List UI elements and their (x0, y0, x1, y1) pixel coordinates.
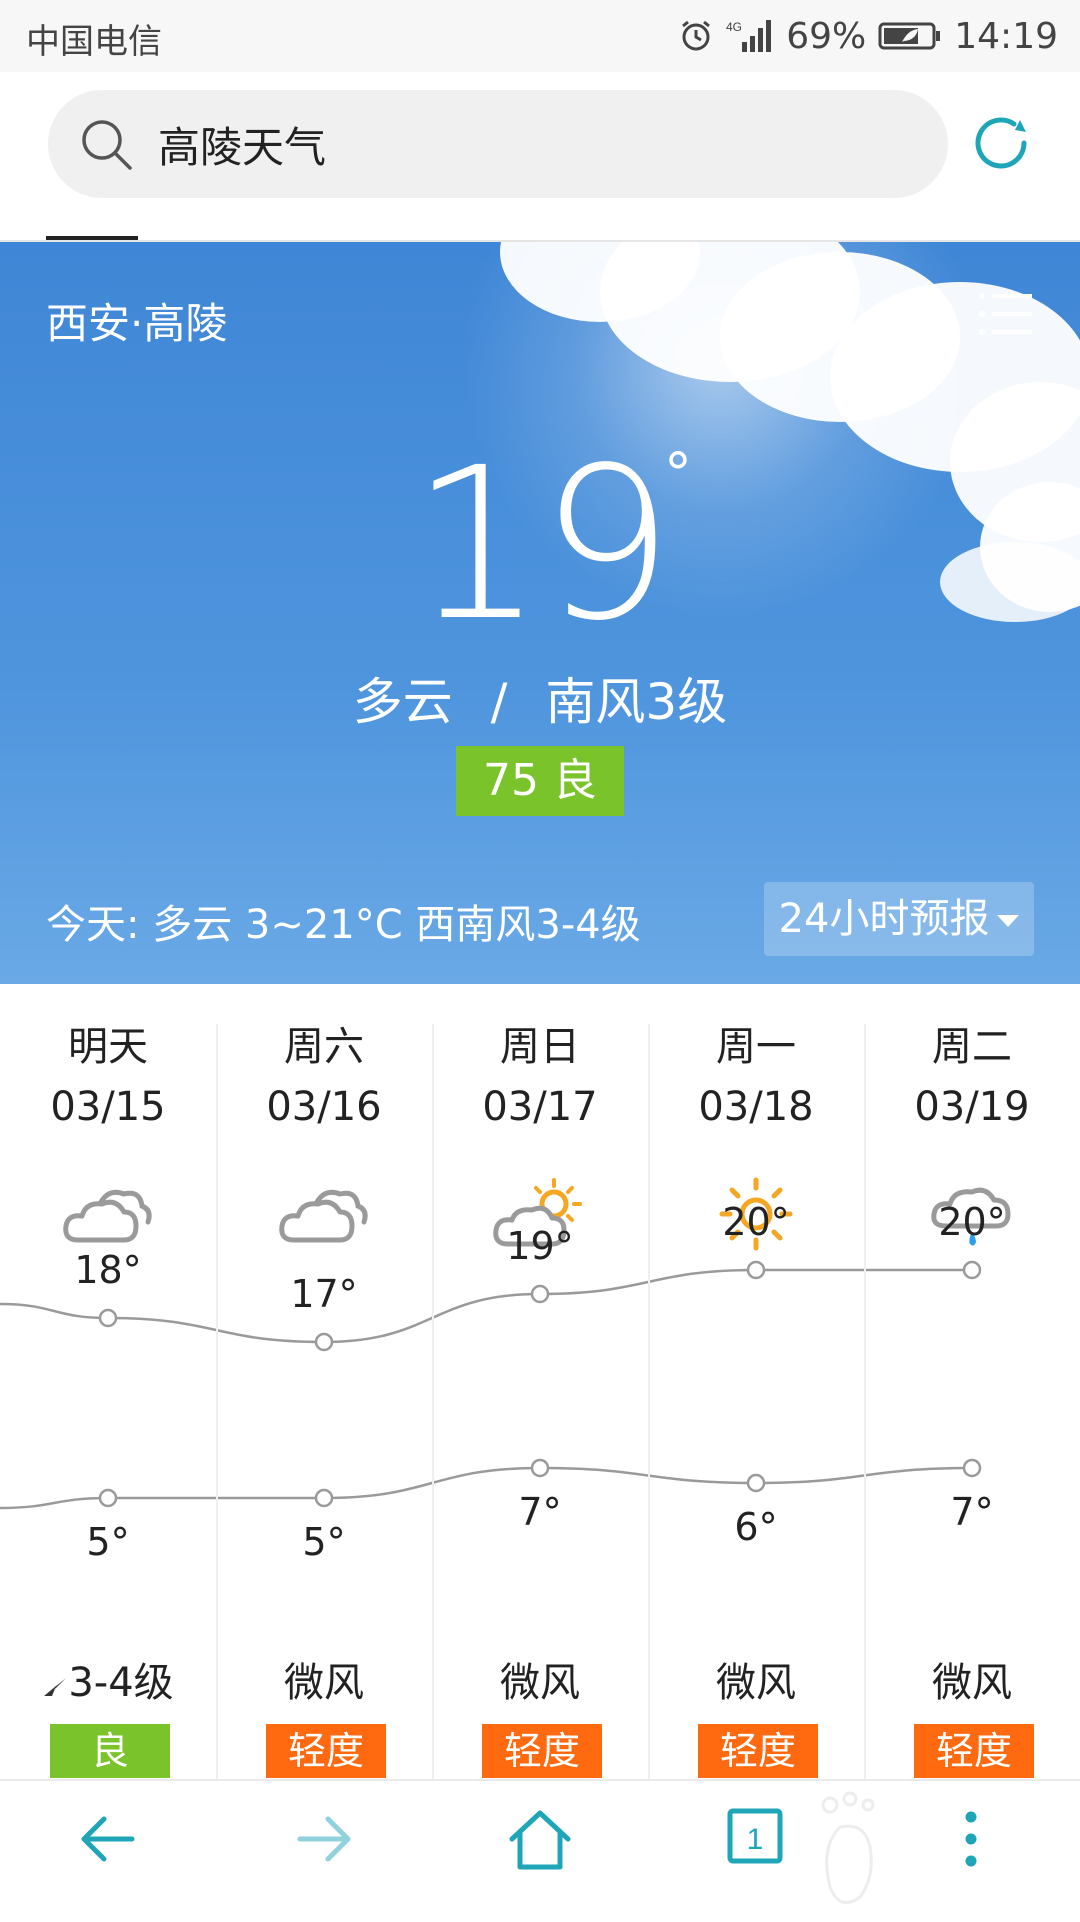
back-icon[interactable] (76, 1807, 140, 1871)
bottom-navigation: 1 (0, 1779, 1080, 1922)
search-query: 高陵天气 (158, 123, 327, 172)
tabs-icon[interactable]: 1 (726, 1807, 786, 1867)
forecast-aqi-badge: 良 (50, 1724, 170, 1778)
condition-separator: / (490, 673, 508, 731)
forecast-day-5[interactable]: 周二 03/19 20° 7° 微风 轻度 (864, 984, 1080, 1779)
home-icon[interactable] (506, 1807, 574, 1871)
forecast-low: 5° (302, 1520, 346, 1564)
forecast-low: 7° (950, 1490, 994, 1534)
forecast-day-4[interactable]: 周一 03/18 20° 6° 微风 轻度 (648, 984, 864, 1779)
forecast-high: 20° (722, 1200, 790, 1244)
clock: 14:19 (954, 15, 1058, 57)
forecast-24h-label: 24小时预报 (778, 896, 990, 942)
cloudy-icon (276, 1174, 372, 1258)
forecast-aqi-badge: 轻度 (266, 1724, 386, 1778)
forecast-wind: 微风 (500, 1660, 580, 1706)
current-weather-card: 西安·高陵 19 ° 多云 / 南风3级 75 良 今天: 多云 3~21°C … (0, 242, 1080, 984)
forecast-low: 7° (518, 1490, 562, 1534)
forecast-low: 6° (734, 1505, 778, 1549)
forecast-date: 03/18 (698, 1084, 814, 1130)
forward-icon[interactable] (292, 1807, 356, 1871)
forecast-date: 03/15 (50, 1084, 166, 1130)
forecast-aqi-badge: 轻度 (482, 1724, 602, 1778)
search-input[interactable]: 高陵天气 (48, 90, 948, 198)
forecast-aqi-badge: 轻度 (698, 1724, 818, 1778)
dropdown-caret-icon (997, 915, 1020, 927)
forecast-date: 03/19 (914, 1084, 1030, 1130)
search-icon (82, 120, 132, 170)
location-name[interactable]: 西安·高陵 (46, 290, 227, 351)
wind-text: 南风3级 (545, 673, 728, 731)
current-temperature: 19 (410, 422, 673, 667)
forecast-aqi-badge: 轻度 (914, 1724, 1034, 1778)
footprint-watermark-icon (821, 1791, 875, 1905)
battery-icon (878, 22, 941, 50)
current-condition: 多云 / 南风3级 (0, 662, 1080, 734)
refresh-icon[interactable] (968, 110, 1034, 176)
forecast-day-name: 周日 (500, 1024, 580, 1070)
forecast-wind: 微风 (284, 1660, 364, 1706)
forecast-date: 03/17 (482, 1084, 598, 1130)
forecast-high: 19° (506, 1224, 574, 1268)
forecast-day-name: 周二 (932, 1024, 1012, 1070)
forecast-day-1[interactable]: 明天 03/15 18° 5° 3-4级 良 (0, 984, 216, 1779)
cloudy-icon (60, 1174, 156, 1258)
forecast-day-name: 明天 (68, 1024, 148, 1070)
forecast-day-name: 周一 (716, 1024, 796, 1070)
alarm-icon (682, 20, 711, 51)
forecast-high: 18° (74, 1248, 142, 1292)
svg-text:4G: 4G (726, 20, 742, 34)
carrier-name: 中国电信 (26, 22, 162, 62)
forecast-24h-button[interactable]: 24小时预报 (764, 882, 1034, 956)
forecast-day-name: 周六 (284, 1024, 364, 1070)
forecast-day-3[interactable]: 周日 03/17 19° 7° 微风 轻度 (432, 984, 648, 1779)
status-bar: 中国电信 4G 69% 14:19 (0, 0, 1080, 72)
forecast-high: 20° (938, 1200, 1006, 1244)
aqi-badge[interactable]: 75 良 (456, 746, 624, 816)
wind-direction-icon (44, 1678, 67, 1696)
forecast-date: 03/16 (266, 1084, 382, 1130)
battery-percent: 69% (786, 15, 867, 57)
signal-icon: 4G (726, 20, 772, 52)
forecast-low: 5° (86, 1520, 130, 1564)
search-bar: 高陵天气 (0, 72, 1080, 242)
forecast-day-2[interactable]: 周六 03/16 17° 5° 微风 轻度 (216, 984, 432, 1779)
today-summary: 今天: 多云 3~21°C 西南风3-4级 (46, 902, 641, 948)
forecast-wind: 3-4级 (0, 1650, 216, 1708)
forecast-wind: 微风 (716, 1660, 796, 1706)
condition-text: 多云 (352, 673, 453, 731)
svg-text:1: 1 (747, 1823, 764, 1856)
more-icon[interactable] (956, 1807, 986, 1871)
forecast-wind: 微风 (932, 1660, 1012, 1706)
status-icons: 4G 69% 14:19 (678, 12, 1058, 60)
forecast-high: 17° (290, 1272, 358, 1316)
share-icon[interactable] (864, 286, 926, 342)
menu-icon[interactable] (978, 290, 1034, 338)
daily-forecast: 明天 03/15 18° 5° 3-4级 良 周六 03/16 17° 5° 微… (0, 984, 1080, 1779)
temperature-unit: ° (664, 442, 692, 507)
